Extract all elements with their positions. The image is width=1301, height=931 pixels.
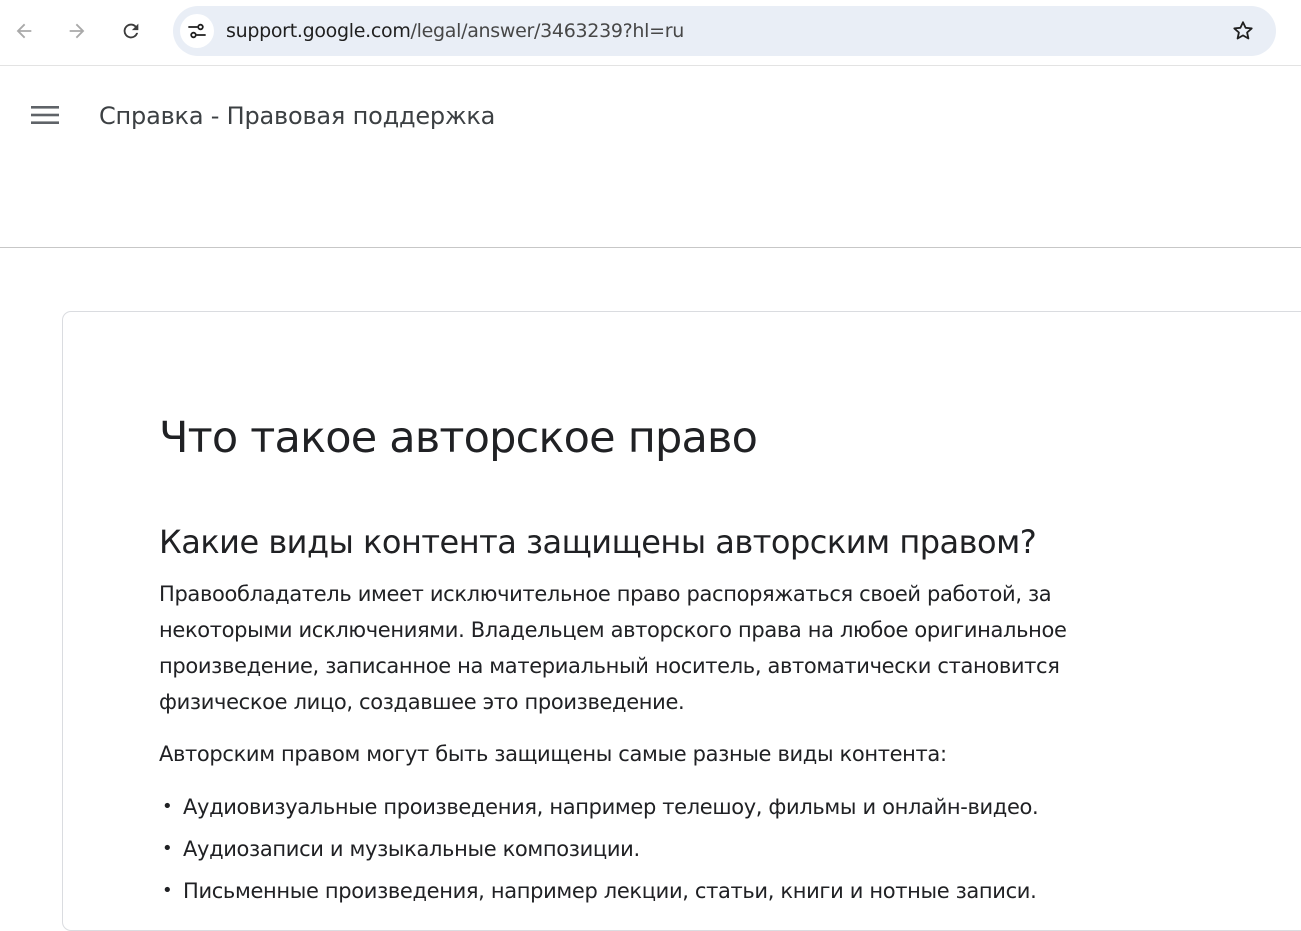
paragraph-rights: Правообладатель имеет исключительное пра…: [159, 582, 1067, 714]
bullet: •: [162, 838, 173, 859]
back-button[interactable]: [6, 13, 42, 49]
forward-button[interactable]: [59, 13, 95, 49]
list-item: • Письменные произведения, например лекци…: [159, 870, 1139, 912]
url-path: /legal/answer/3463239?hl=ru: [410, 20, 685, 42]
article-content: Что такое авторское право Какие виды кон…: [159, 406, 1139, 912]
site-info-icon: [188, 23, 206, 39]
paragraph-content-types: Авторским правом могут быть защищены сам…: [159, 742, 947, 766]
browser-toolbar: support.google.com/legal/answer/3463239?…: [0, 0, 1301, 66]
list-item: • Аудиовизуальные произведения, например …: [159, 786, 1139, 828]
list-item-text: Письменные произведения, например лекции…: [183, 879, 1037, 903]
reload-icon: [123, 23, 139, 39]
star-icon: [1233, 21, 1253, 40]
reload-button[interactable]: [113, 13, 149, 49]
hamburger-menu-icon: [31, 106, 59, 124]
site-header: Справка - Правовая поддержка: [0, 66, 1301, 248]
arrow-right-icon: [69, 23, 85, 39]
content-types-list: • Аудиовизуальные произведения, например …: [159, 786, 1139, 912]
bookmark-button[interactable]: [1230, 18, 1256, 44]
section-heading: Какие виды контента защищены авторским п…: [159, 523, 1037, 561]
url-text[interactable]: support.google.com/legal/answer/3463239?…: [226, 20, 684, 42]
bullet: •: [162, 796, 173, 817]
main-menu-button[interactable]: [23, 93, 67, 137]
arrow-left-icon: [16, 23, 32, 39]
url-host: support.google.com: [226, 20, 411, 42]
site-title[interactable]: Справка - Правовая поддержка: [99, 102, 495, 130]
site-info-button[interactable]: [180, 14, 214, 48]
article-title: Что такое авторское право: [159, 413, 758, 463]
list-item: • Аудиозаписи и музыкальные композиции.: [159, 828, 1139, 870]
bullet: •: [162, 880, 173, 901]
list-item-text: Аудиозаписи и музыкальные композиции.: [183, 837, 640, 861]
address-bar[interactable]: support.google.com/legal/answer/3463239?…: [173, 6, 1276, 56]
list-item-text: Аудиовизуальные произведения, например т…: [183, 795, 1039, 819]
